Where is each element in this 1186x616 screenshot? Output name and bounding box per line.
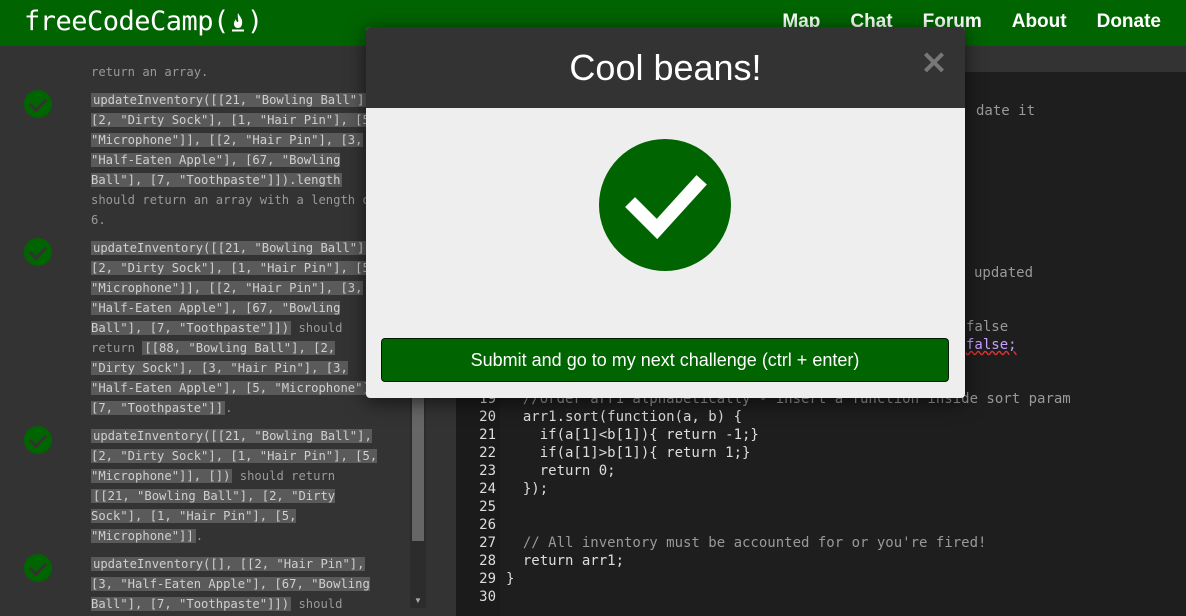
code-line: 29} bbox=[479, 571, 515, 587]
modal-title: Cool beans! bbox=[569, 47, 762, 88]
code-line: 24 }); bbox=[479, 481, 549, 497]
submit-next-challenge-button[interactable]: Submit and go to my next challenge (ctrl… bbox=[381, 338, 949, 382]
code-line: 22 if(a[1]>b[1]){ return 1;} bbox=[479, 445, 751, 461]
flame-icon bbox=[231, 13, 244, 32]
close-icon[interactable]: × bbox=[919, 45, 949, 79]
success-check-icon bbox=[599, 139, 731, 271]
test-passed-icon bbox=[24, 426, 52, 454]
test-description: updateInventory([[21, "Bowling Ball"], [… bbox=[91, 238, 381, 418]
test-passed-icon bbox=[24, 238, 52, 266]
editor-text-fragment: false bbox=[966, 319, 1009, 335]
test-code: updateInventory([[21, "Bowling Ball"], [… bbox=[91, 93, 378, 187]
nav-link-donate[interactable]: Donate bbox=[1082, 11, 1176, 33]
editor-text-fragment: updated bbox=[974, 265, 1034, 281]
test-text-end: . bbox=[225, 401, 233, 415]
test-text-end: . bbox=[195, 529, 204, 543]
editor-text-fragment: date it bbox=[976, 103, 1036, 119]
test-text: should bbox=[291, 597, 343, 611]
code-line: 25 bbox=[479, 499, 496, 515]
code-line: 27 // All inventory must be accounted fo… bbox=[479, 535, 987, 551]
test-expected: [[21, "Bowling Ball"], [2, "Dirty Sock"]… bbox=[91, 489, 336, 543]
test-description: updateInventory([[21, "Bowling Ball"], [… bbox=[91, 426, 381, 546]
test-description: updateInventory([], [[2, "Hair Pin"], [3… bbox=[91, 554, 381, 614]
nav-link-about[interactable]: About bbox=[997, 11, 1082, 33]
instructions-panel: return an array. updateInventory([[21, "… bbox=[0, 46, 410, 616]
code-line: 21 if(a[1]<b[1]){ return -1;} bbox=[479, 427, 759, 443]
code-line: 20 arr1.sort(function(a, b) { bbox=[479, 409, 743, 425]
brand-logo[interactable]: freeCodeCamp( ) bbox=[24, 4, 263, 40]
modal-header: Cool beans! × bbox=[366, 27, 965, 108]
test-text: should return bbox=[232, 469, 336, 483]
success-modal: Cool beans! × Submit and go to my next c… bbox=[366, 27, 965, 398]
code-line: 28 return arr1; bbox=[479, 553, 625, 569]
test-description: updateInventory([[21, "Bowling Ball"], [… bbox=[91, 90, 381, 230]
code-line: 23 return 0; bbox=[479, 463, 616, 479]
test-passed-icon bbox=[24, 90, 52, 118]
editor-text-fragment: false; bbox=[966, 337, 1017, 353]
code-line: 26 bbox=[479, 517, 496, 533]
code-line: 30 bbox=[479, 589, 496, 605]
brand-text: freeCodeCamp( bbox=[24, 6, 229, 37]
instruction-fragment: return an array. bbox=[91, 65, 209, 79]
test-passed-icon bbox=[24, 554, 52, 582]
test-text: should return an array with a length of … bbox=[91, 193, 378, 227]
brand-text-close: ) bbox=[246, 6, 263, 37]
scroll-down-icon[interactable]: ▼ bbox=[413, 596, 423, 606]
